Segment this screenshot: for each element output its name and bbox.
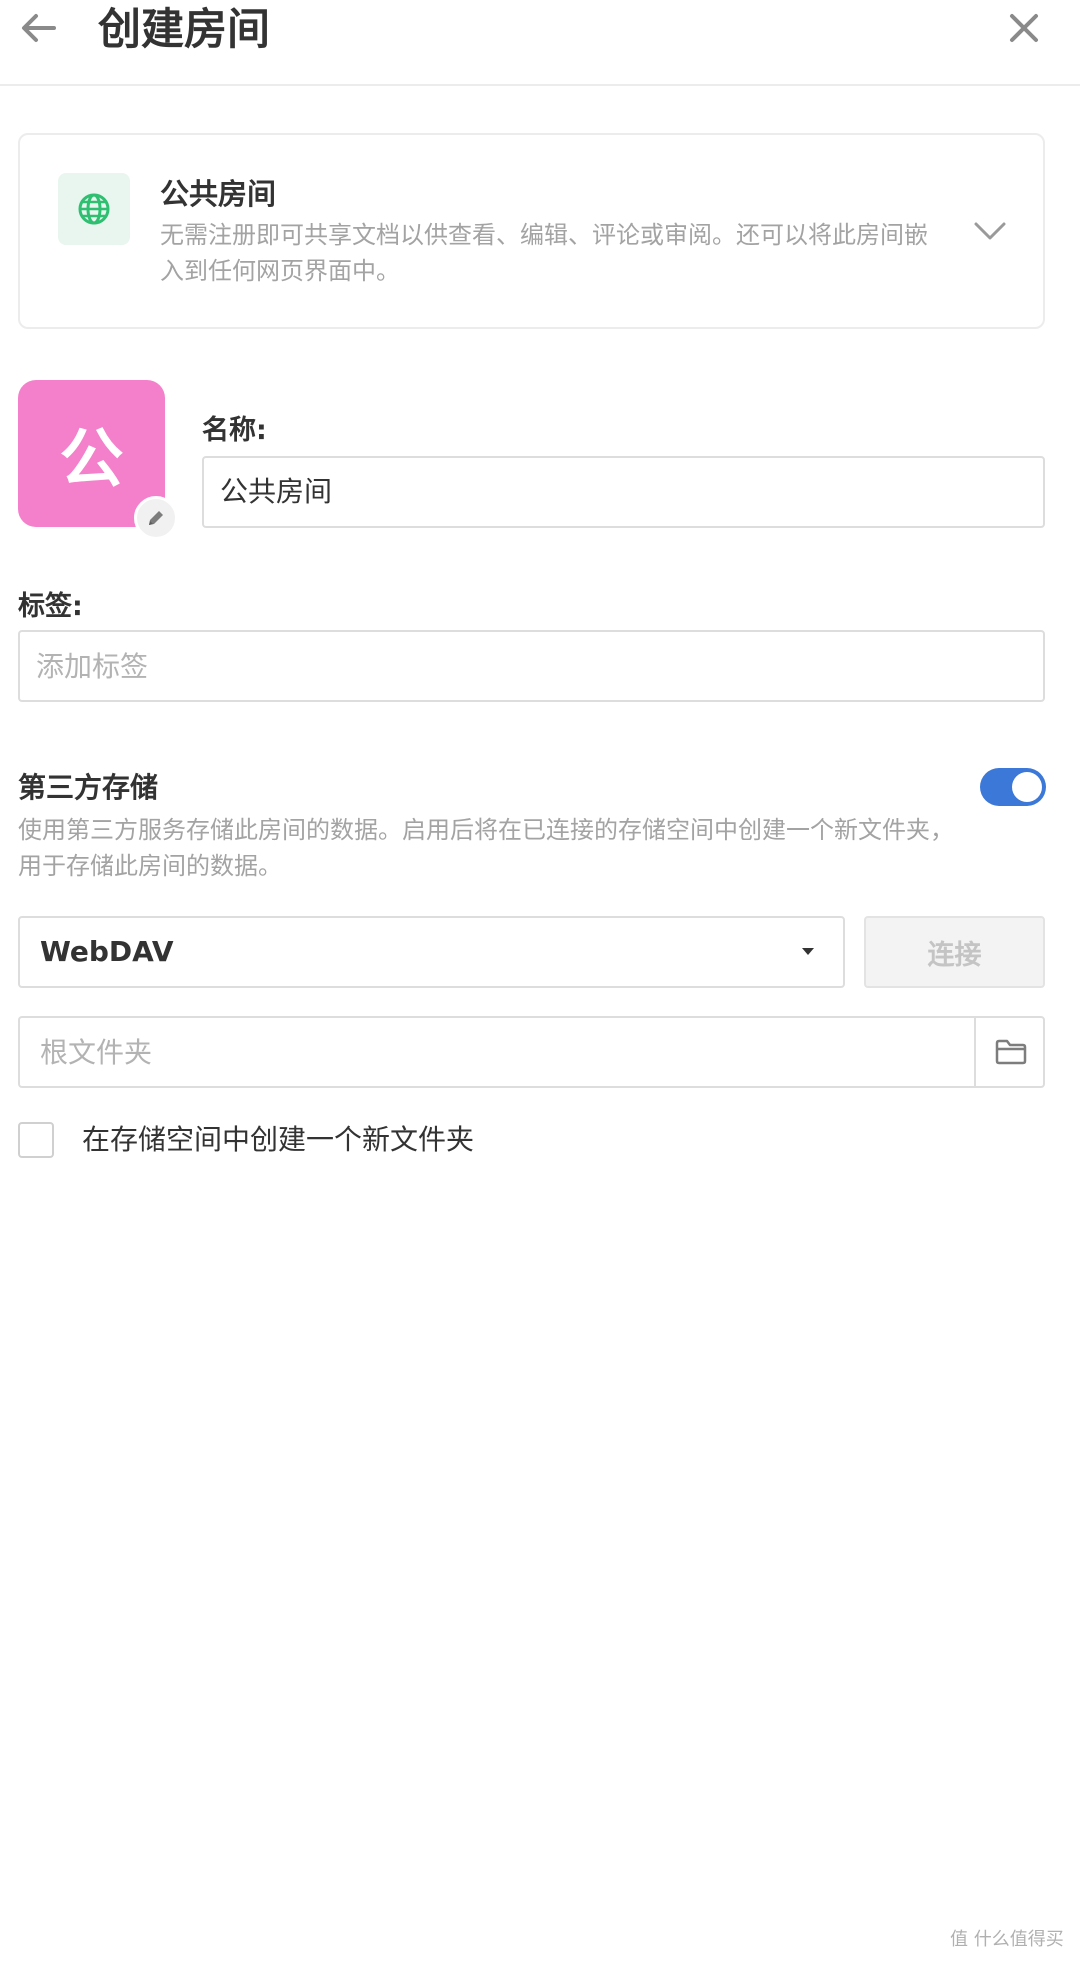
room-type-icon-box (58, 173, 130, 245)
chevron-down-icon[interactable] (970, 211, 1010, 251)
room-type-selector[interactable]: 公共房间 无需注册即可共享文档以供查看、编辑、评论或审阅。还可以将此房间嵌入到任… (18, 133, 1045, 329)
room-type-description: 无需注册即可共享文档以供查看、编辑、评论或审阅。还可以将此房间嵌入到任何网页界面… (160, 221, 928, 285)
storage-provider-select[interactable]: WebDAV (18, 916, 845, 988)
create-folder-label: 在存储空间中创建一个新文件夹 (82, 1123, 475, 1156)
room-name-input[interactable]: 公共房间 (202, 456, 1045, 528)
storage-provider-value: WebDAV (40, 935, 174, 968)
caret-down-icon (802, 948, 814, 955)
globe-icon (78, 193, 110, 225)
close-icon (1010, 14, 1038, 42)
watermark: 值 什么值得买 (950, 1929, 1064, 1950)
root-folder-field (18, 1016, 1045, 1088)
storage-toggle[interactable] (980, 768, 1046, 806)
folder-icon (995, 1039, 1026, 1065)
back-button[interactable] (14, 4, 62, 52)
connect-button[interactable]: 连接 (864, 916, 1045, 988)
create-folder-checkbox[interactable] (18, 1122, 54, 1158)
storage-title: 第三方存储 (18, 771, 159, 804)
page-title: 创建房间 (98, 5, 270, 55)
root-folder-input[interactable] (20, 1018, 974, 1086)
create-room-page: 创建房间 公共房间 无需注册即可共享文档以供查看、编辑、评论或审阅。还可以将此房… (0, 0, 1080, 1967)
arrow-left-icon (22, 14, 56, 42)
tags-label: 标签: (18, 591, 83, 622)
tags-input[interactable] (18, 630, 1045, 702)
dialog-header: 创建房间 (0, 0, 1080, 86)
edit-avatar-button[interactable] (134, 496, 178, 540)
toggle-knob (1012, 772, 1042, 802)
pencil-icon (149, 511, 163, 525)
storage-description: 使用第三方服务存储此房间的数据。启用后将在已连接的存储空间中创建一个新文件夹，用… (18, 816, 954, 880)
name-label: 名称: (202, 415, 267, 446)
select-folder-button[interactable] (974, 1018, 1045, 1086)
close-button[interactable] (1000, 4, 1048, 52)
room-type-title: 公共房间 (160, 177, 277, 211)
